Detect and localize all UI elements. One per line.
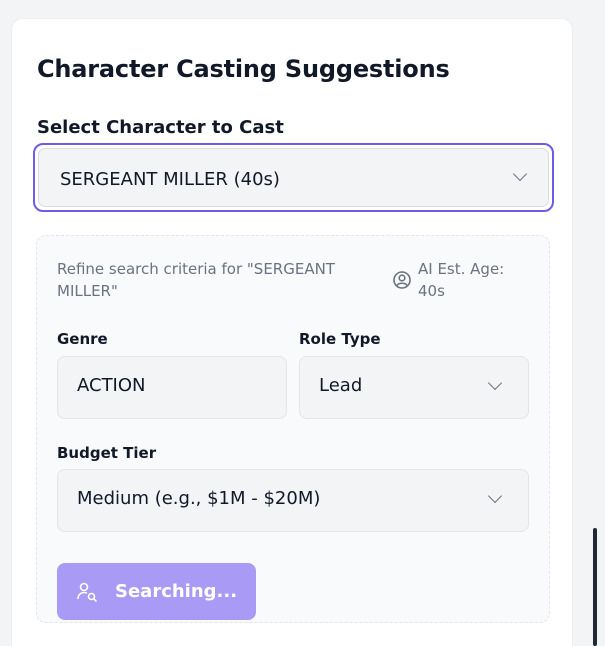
- ai-age-label: AI Est. Age: 40s: [418, 260, 505, 300]
- character-select[interactable]: SERGEANT MILLER (40s): [33, 143, 554, 212]
- character-select-box[interactable]: SERGEANT MILLER (40s): [38, 148, 549, 207]
- character-select-value: SERGEANT MILLER (40s): [60, 169, 280, 190]
- casting-suggestions-card: Character Casting Suggestions Select Cha…: [11, 18, 573, 646]
- ai-estimated-age: AI Est. Age: 40s: [392, 258, 528, 302]
- genre-input[interactable]: ACTION: [57, 356, 287, 419]
- role-type-select[interactable]: Lead: [299, 356, 529, 419]
- panel-title: Character Casting Suggestions: [37, 55, 450, 83]
- budget-tier-label: Budget Tier: [57, 444, 157, 462]
- genre-value: ACTION: [77, 375, 146, 396]
- character-select-label: Select Character to Cast: [37, 117, 284, 138]
- chevron-down-icon: [487, 375, 503, 391]
- budget-tier-select[interactable]: Medium (e.g., $1M - $20M): [57, 469, 529, 532]
- role-type-label: Role Type: [299, 330, 381, 348]
- user-circle-icon: [393, 271, 411, 289]
- search-button[interactable]: Searching...: [57, 563, 256, 620]
- search-button-label: Searching...: [115, 581, 238, 602]
- search-criteria-panel: Refine search criteria for "SERGEANT MIL…: [36, 235, 550, 623]
- scrollbar-thumb[interactable]: [593, 528, 597, 646]
- refine-search-text: Refine search criteria for "SERGEANT MIL…: [57, 260, 335, 300]
- chevron-down-icon: [487, 488, 503, 504]
- genre-label: Genre: [57, 330, 108, 348]
- budget-tier-value: Medium (e.g., $1M - $20M): [77, 488, 321, 509]
- role-type-value: Lead: [319, 375, 363, 396]
- user-search-icon: [77, 582, 97, 602]
